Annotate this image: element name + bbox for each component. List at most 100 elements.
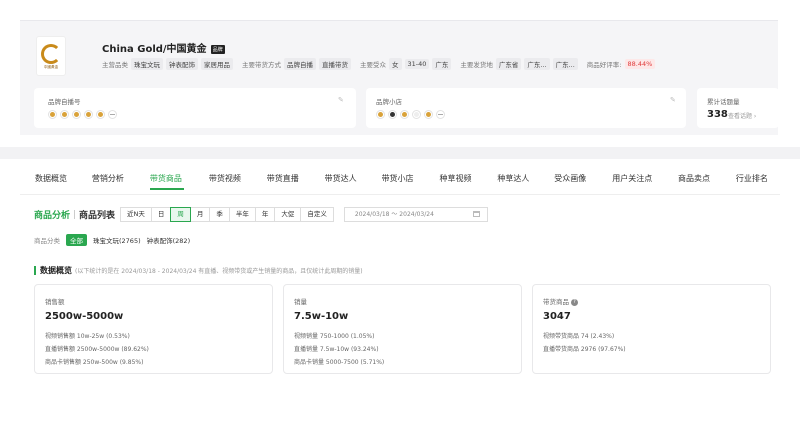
brand-header: 中國黃金 China Gold/中国黄金 品牌 主营品类 珠宝文玩 钟表配饰 家居… (20, 26, 778, 80)
kpi-line: 商品卡销量 5000-7500 (5.71%) (294, 359, 385, 366)
edit-icon[interactable]: ✎ (670, 96, 676, 104)
product-category-filter: 商品分类 全部 珠宝文玩(2765) 钟表配饰(282) (34, 234, 190, 246)
date-range-text: 2024/03/18 ～ 2024/03/24 (354, 211, 434, 218)
kpi-card-volume: 销量 7.5w-10w 视频销量 750-1000 (1.05%) 直播销量 7… (283, 284, 522, 374)
period-week[interactable]: 周 (170, 207, 191, 222)
topics-card[interactable]: 累计话题量 338 查看话题 › (697, 88, 779, 128)
shop-title: 品牌小店 (376, 98, 402, 106)
main-category-label: 主营品类 (102, 61, 128, 69)
tab-shops[interactable]: 带货小店 (382, 173, 440, 190)
more-icon[interactable] (436, 110, 445, 119)
overview-note: (以下统计的是在 2024/03/18 - 2024/03/24 有直播、视频带… (75, 268, 363, 275)
date-range-picker[interactable]: 2024/03/18 ～ 2024/03/24 (343, 207, 488, 222)
period-recent-n-days[interactable]: 近N天 (120, 207, 152, 222)
logo-caption: 中國黃金 (43, 64, 59, 69)
main-category-tag: 钟表配饰 (166, 58, 198, 70)
help-icon[interactable]: ? (571, 298, 578, 306)
shop-card[interactable]: 品牌小店 ✎ (366, 88, 686, 128)
tab-audience[interactable]: 受众画像 (554, 173, 612, 190)
main-tabs: 数据概览 营销分析 带货商品 带货视频 带货直播 带货达人 带货小店 种草视频 … (20, 173, 780, 190)
audience-tag: 31-40 (404, 59, 430, 69)
category-label: 商品分类 (34, 237, 60, 245)
sales-method-label: 主要带货方式 (242, 61, 281, 69)
product-analysis-toggle[interactable]: 商品分析 (34, 208, 70, 221)
kpi-line: 直播带货商品 2976 (97.67%) (543, 346, 626, 353)
product-list-toggle[interactable]: 商品列表 (79, 208, 115, 221)
kpi-line: 直播销量 7.5w-10w (93.24%) (294, 346, 379, 353)
sub-toolbar: 商品分析 商品列表 近N天 日 周 月 季 半年 年 大促 自定义 2024/0… (34, 207, 488, 222)
account-avatar[interactable] (84, 110, 93, 119)
ship-from-label: 主要发货地 (460, 61, 493, 69)
audience-label: 主要受众 (360, 61, 386, 69)
tab-user-focus[interactable]: 用户关注点 (612, 173, 678, 190)
kpi-line: 视频销售额 10w-25w (0.53%) (45, 333, 130, 340)
tab-creators[interactable]: 带货达人 (325, 173, 382, 190)
period-half-year[interactable]: 半年 (228, 207, 256, 222)
tab-industry-rank[interactable]: 行业排名 (736, 173, 780, 190)
overview-heading: 数据概览 (以下统计的是在 2024/03/18 - 2024/03/24 有直… (34, 265, 363, 276)
logo-mark-icon (41, 43, 61, 64)
period-selector: 近N天 日 周 月 季 半年 年 大促 自定义 (120, 207, 334, 222)
kpi-title: 销量 (294, 298, 307, 306)
shop-avatar[interactable] (376, 110, 385, 119)
tab-videos[interactable]: 带货视频 (209, 173, 267, 190)
main-category-tag: 家居用品 (201, 58, 233, 70)
ship-from-tag: 广东省 (495, 58, 522, 70)
period-year[interactable]: 年 (254, 207, 276, 222)
shop-avatar[interactable] (412, 110, 421, 119)
ship-from-tag: 广东... (552, 58, 578, 70)
account-avatar[interactable] (60, 110, 69, 119)
kpi-card-products: 带货商品? 3047 视频带货商品 74 (2.43%) 直播带货商品 2976… (532, 284, 771, 374)
view-topics-link[interactable]: 查看话题 › (728, 111, 756, 120)
tab-overview[interactable]: 数据概览 (35, 173, 92, 190)
tab-marketing[interactable]: 营销分析 (92, 173, 150, 190)
kpi-line: 视频带货商品 74 (2.43%) (543, 333, 615, 340)
ship-from-tag: 广东... (524, 58, 550, 70)
brand-meta: 主营品类 珠宝文玩 钟表配饰 家居用品 主要带货方式 品牌自播 直播带货 主要受… (102, 58, 656, 70)
account-avatar[interactable] (72, 110, 81, 119)
brand-logo: 中國黃金 (36, 36, 66, 76)
tab-selling-points[interactable]: 商品卖点 (678, 173, 736, 190)
kpi-line: 商品卡销售额 250w-500w (9.85%) (45, 359, 144, 366)
period-promotion[interactable]: 大促 (274, 207, 302, 222)
self-broadcast-title: 品牌自播号 (48, 98, 81, 106)
period-day[interactable]: 日 (150, 207, 172, 222)
account-avatar[interactable] (48, 110, 57, 119)
period-custom[interactable]: 自定义 (300, 207, 334, 222)
overview-title: 数据概览 (40, 266, 72, 275)
tab-seeding-videos[interactable]: 种草视频 (439, 173, 497, 190)
account-avatar[interactable] (96, 110, 105, 119)
tab-seeding-creators[interactable]: 种草达人 (497, 173, 554, 190)
brand-name: China Gold/中国黄金 品牌 (102, 44, 225, 55)
calendar-icon (472, 211, 480, 217)
tab-live[interactable]: 带货直播 (267, 173, 325, 190)
category-chip-jewelry[interactable]: 珠宝文玩(2765) (93, 235, 141, 245)
shop-avatar[interactable] (424, 110, 433, 119)
shop-avatar[interactable] (400, 110, 409, 119)
edit-icon[interactable]: ✎ (338, 96, 344, 104)
category-chip-watches[interactable]: 钟表配饰(282) (147, 235, 190, 245)
kpi-line: 直播销售额 2500w-5000w (89.62%) (45, 346, 149, 353)
period-month[interactable]: 月 (189, 207, 211, 222)
tab-products[interactable]: 带货商品 (149, 173, 184, 190)
shop-avatar[interactable] (388, 110, 397, 119)
shop-avatars (376, 110, 445, 119)
kpi-value: 3047 (543, 311, 571, 322)
tab-underline-rule (20, 194, 780, 195)
category-chip-all[interactable]: 全部 (66, 234, 87, 246)
page: 中國黃金 China Gold/中国黄金 品牌 主营品类 珠宝文玩 钟表配饰 家居… (0, 0, 800, 422)
kpi-line: 视频销量 750-1000 (1.05%) (294, 333, 375, 340)
kpi-value: 2500w-5000w (45, 311, 124, 322)
audience-tag: 女 (389, 58, 402, 70)
self-broadcast-avatars (48, 110, 117, 119)
more-icon[interactable] (108, 110, 117, 119)
rating-label: 商品好评率: (586, 61, 622, 69)
section-divider (0, 147, 800, 159)
period-quarter[interactable]: 季 (209, 207, 230, 222)
topics-count: 338 (707, 109, 728, 120)
main-category-tag: 珠宝文玩 (131, 58, 163, 70)
self-broadcast-card[interactable]: 品牌自播号 ✎ (34, 88, 356, 128)
kpi-title: 销售额 (45, 298, 65, 306)
rating-value: 88.44% (624, 59, 656, 69)
brand-badge: 品牌 (210, 44, 225, 54)
